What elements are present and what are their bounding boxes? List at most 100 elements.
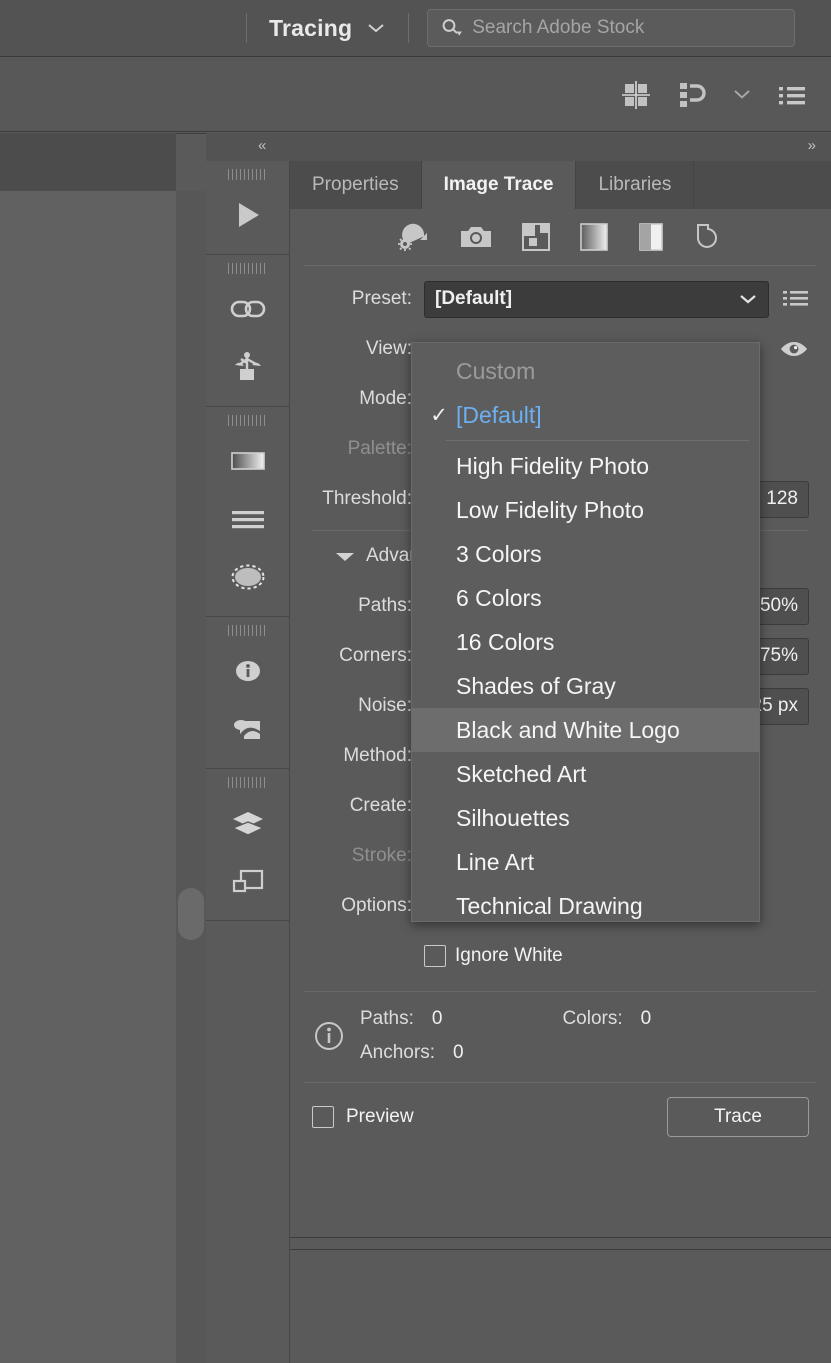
eye-icon[interactable] xyxy=(765,339,809,359)
rail-group-1 xyxy=(206,161,289,255)
transparency-icon[interactable] xyxy=(206,548,290,606)
menu-item-16-colors[interactable]: 16 Colors xyxy=(412,620,759,664)
info-icon[interactable] xyxy=(206,642,290,700)
rail-grip-1[interactable] xyxy=(206,161,289,186)
collapse-panels-button[interactable]: « xyxy=(258,137,265,154)
rail-grip-3[interactable] xyxy=(206,407,289,432)
menu-item-high-fidelity-photo[interactable]: High Fidelity Photo xyxy=(412,444,759,488)
application-bar: Tracing Search Adobe Stock xyxy=(0,0,831,57)
menu-item-shades-of-gray[interactable]: Shades of Gray xyxy=(412,664,759,708)
workspace-chevron-down-icon[interactable] xyxy=(366,22,386,34)
palette-label: Palette: xyxy=(312,438,424,460)
trace-mode-toolbar xyxy=(290,209,831,265)
options-list-icon[interactable] xyxy=(777,83,807,107)
preset-menu-icon[interactable] xyxy=(769,289,809,309)
distribute-icon[interactable] xyxy=(677,80,707,110)
black-and-white-icon[interactable] xyxy=(637,222,665,252)
artboards-icon[interactable] xyxy=(206,852,290,910)
menu-item-label: Custom xyxy=(456,358,535,385)
panel-icon-rail xyxy=(206,161,290,1363)
menu-item-3-colors[interactable]: 3 Colors xyxy=(412,532,759,576)
menu-item-default[interactable]: ✓ [Default] xyxy=(412,393,759,437)
options-label: Options: xyxy=(312,895,424,917)
search-adobe-stock-field[interactable]: Search Adobe Stock xyxy=(427,9,795,47)
menu-item-label: Shades of Gray xyxy=(456,673,616,700)
ignore-white-label: Ignore White xyxy=(455,945,563,967)
rail-grip-5[interactable] xyxy=(206,769,289,794)
expand-panels-button[interactable]: » xyxy=(808,137,815,154)
menu-item-6-colors[interactable]: 6 Colors xyxy=(412,576,759,620)
search-input-placeholder: Search Adobe Stock xyxy=(472,17,644,39)
menu-item-label: 16 Colors xyxy=(456,629,554,656)
canvas-top-area xyxy=(0,133,176,191)
high-color-icon[interactable] xyxy=(459,223,493,251)
symbols-icon[interactable] xyxy=(206,338,290,396)
menu-item-label: High Fidelity Photo xyxy=(456,453,649,480)
canvas-scrollbar[interactable] xyxy=(176,191,206,1363)
menu-item-label: Technical Drawing xyxy=(456,893,643,920)
info-circle-icon xyxy=(312,1019,346,1053)
rail-grip-4[interactable] xyxy=(206,617,289,642)
noise-label: Noise: xyxy=(312,695,424,717)
tab-image-trace[interactable]: Image Trace xyxy=(422,161,577,209)
document-canvas xyxy=(0,191,176,1363)
preset-chevron-down-icon xyxy=(738,293,758,305)
tab-bar-filler xyxy=(694,161,831,209)
search-icon xyxy=(428,17,472,39)
distribute-chevron-down-icon[interactable] xyxy=(733,89,751,100)
menu-item-label: Low Fidelity Photo xyxy=(456,497,644,524)
threshold-label: Threshold: xyxy=(312,488,424,510)
panel-tab-bar: Properties Image Trace Libraries xyxy=(290,161,831,209)
grayscale-icon[interactable] xyxy=(579,222,609,252)
menu-item-sketched-art[interactable]: Sketched Art xyxy=(412,752,759,796)
layers-icon[interactable] xyxy=(206,794,290,852)
outline-icon[interactable] xyxy=(693,222,725,252)
create-label: Create: xyxy=(312,795,424,817)
menu-item-silhouettes[interactable]: Silhouettes xyxy=(412,796,759,840)
ignore-white-checkbox[interactable] xyxy=(424,945,446,967)
menu-item-label: Silhouettes xyxy=(456,805,570,832)
menu-item-label: Black and White Logo xyxy=(456,717,680,744)
preview-checkbox[interactable] xyxy=(312,1106,334,1128)
trace-button[interactable]: Trace xyxy=(667,1097,809,1137)
stats-colors-label: Colors: xyxy=(562,1008,622,1030)
menu-item-technical-drawing[interactable]: Technical Drawing xyxy=(412,884,759,928)
auto-color-icon[interactable] xyxy=(397,222,431,252)
gradient-icon[interactable] xyxy=(206,432,290,490)
stats-grid: Paths: 0 Colors: 0 Anchors: 0 xyxy=(360,1002,809,1070)
panel-footer: Preview Trace xyxy=(290,1083,831,1151)
corners-label: Corners: xyxy=(312,645,424,667)
links-icon[interactable] xyxy=(206,280,290,338)
rail-group-4 xyxy=(206,617,289,769)
preset-select[interactable]: [Default] xyxy=(424,281,769,318)
rail-group-5 xyxy=(206,769,289,921)
stroke-icon[interactable] xyxy=(206,490,290,548)
rail-grip-2[interactable] xyxy=(206,255,289,280)
preset-value: [Default] xyxy=(435,288,512,310)
stroke-label: Stroke: xyxy=(312,845,424,867)
menu-item-low-fidelity-photo[interactable]: Low Fidelity Photo xyxy=(412,488,759,532)
align-grid-icon[interactable] xyxy=(621,80,651,110)
tab-libraries[interactable]: Libraries xyxy=(576,161,694,209)
preset-dropdown-menu[interactable]: Custom ✓ [Default] High Fidelity Photo L… xyxy=(411,342,760,922)
tab-properties[interactable]: Properties xyxy=(290,161,422,209)
workspace-name[interactable]: Tracing xyxy=(247,15,366,42)
stats-paths-label: Paths: xyxy=(360,1008,414,1030)
menu-item-label: 6 Colors xyxy=(456,585,542,612)
rail-group-3 xyxy=(206,407,289,617)
menu-separator xyxy=(446,440,749,441)
stats-row-anchors: Anchors: 0 xyxy=(360,1036,809,1070)
paths-label: Paths: xyxy=(312,595,424,617)
image-trace-icon[interactable] xyxy=(206,700,290,758)
menu-item-line-art[interactable]: Line Art xyxy=(412,840,759,884)
method-label: Method: xyxy=(312,745,424,767)
scrollbar-thumb[interactable] xyxy=(178,888,204,940)
preview-label: Preview xyxy=(346,1106,414,1128)
panel-empty-area xyxy=(290,1249,831,1363)
mode-label: Mode: xyxy=(312,388,424,410)
menu-item-black-and-white-logo[interactable]: Black and White Logo xyxy=(412,708,759,752)
low-color-icon[interactable] xyxy=(521,222,551,252)
play-icon[interactable] xyxy=(206,186,290,244)
stats-anchors-value: 0 xyxy=(453,1042,464,1064)
stats-colors-value: 0 xyxy=(641,1008,652,1030)
